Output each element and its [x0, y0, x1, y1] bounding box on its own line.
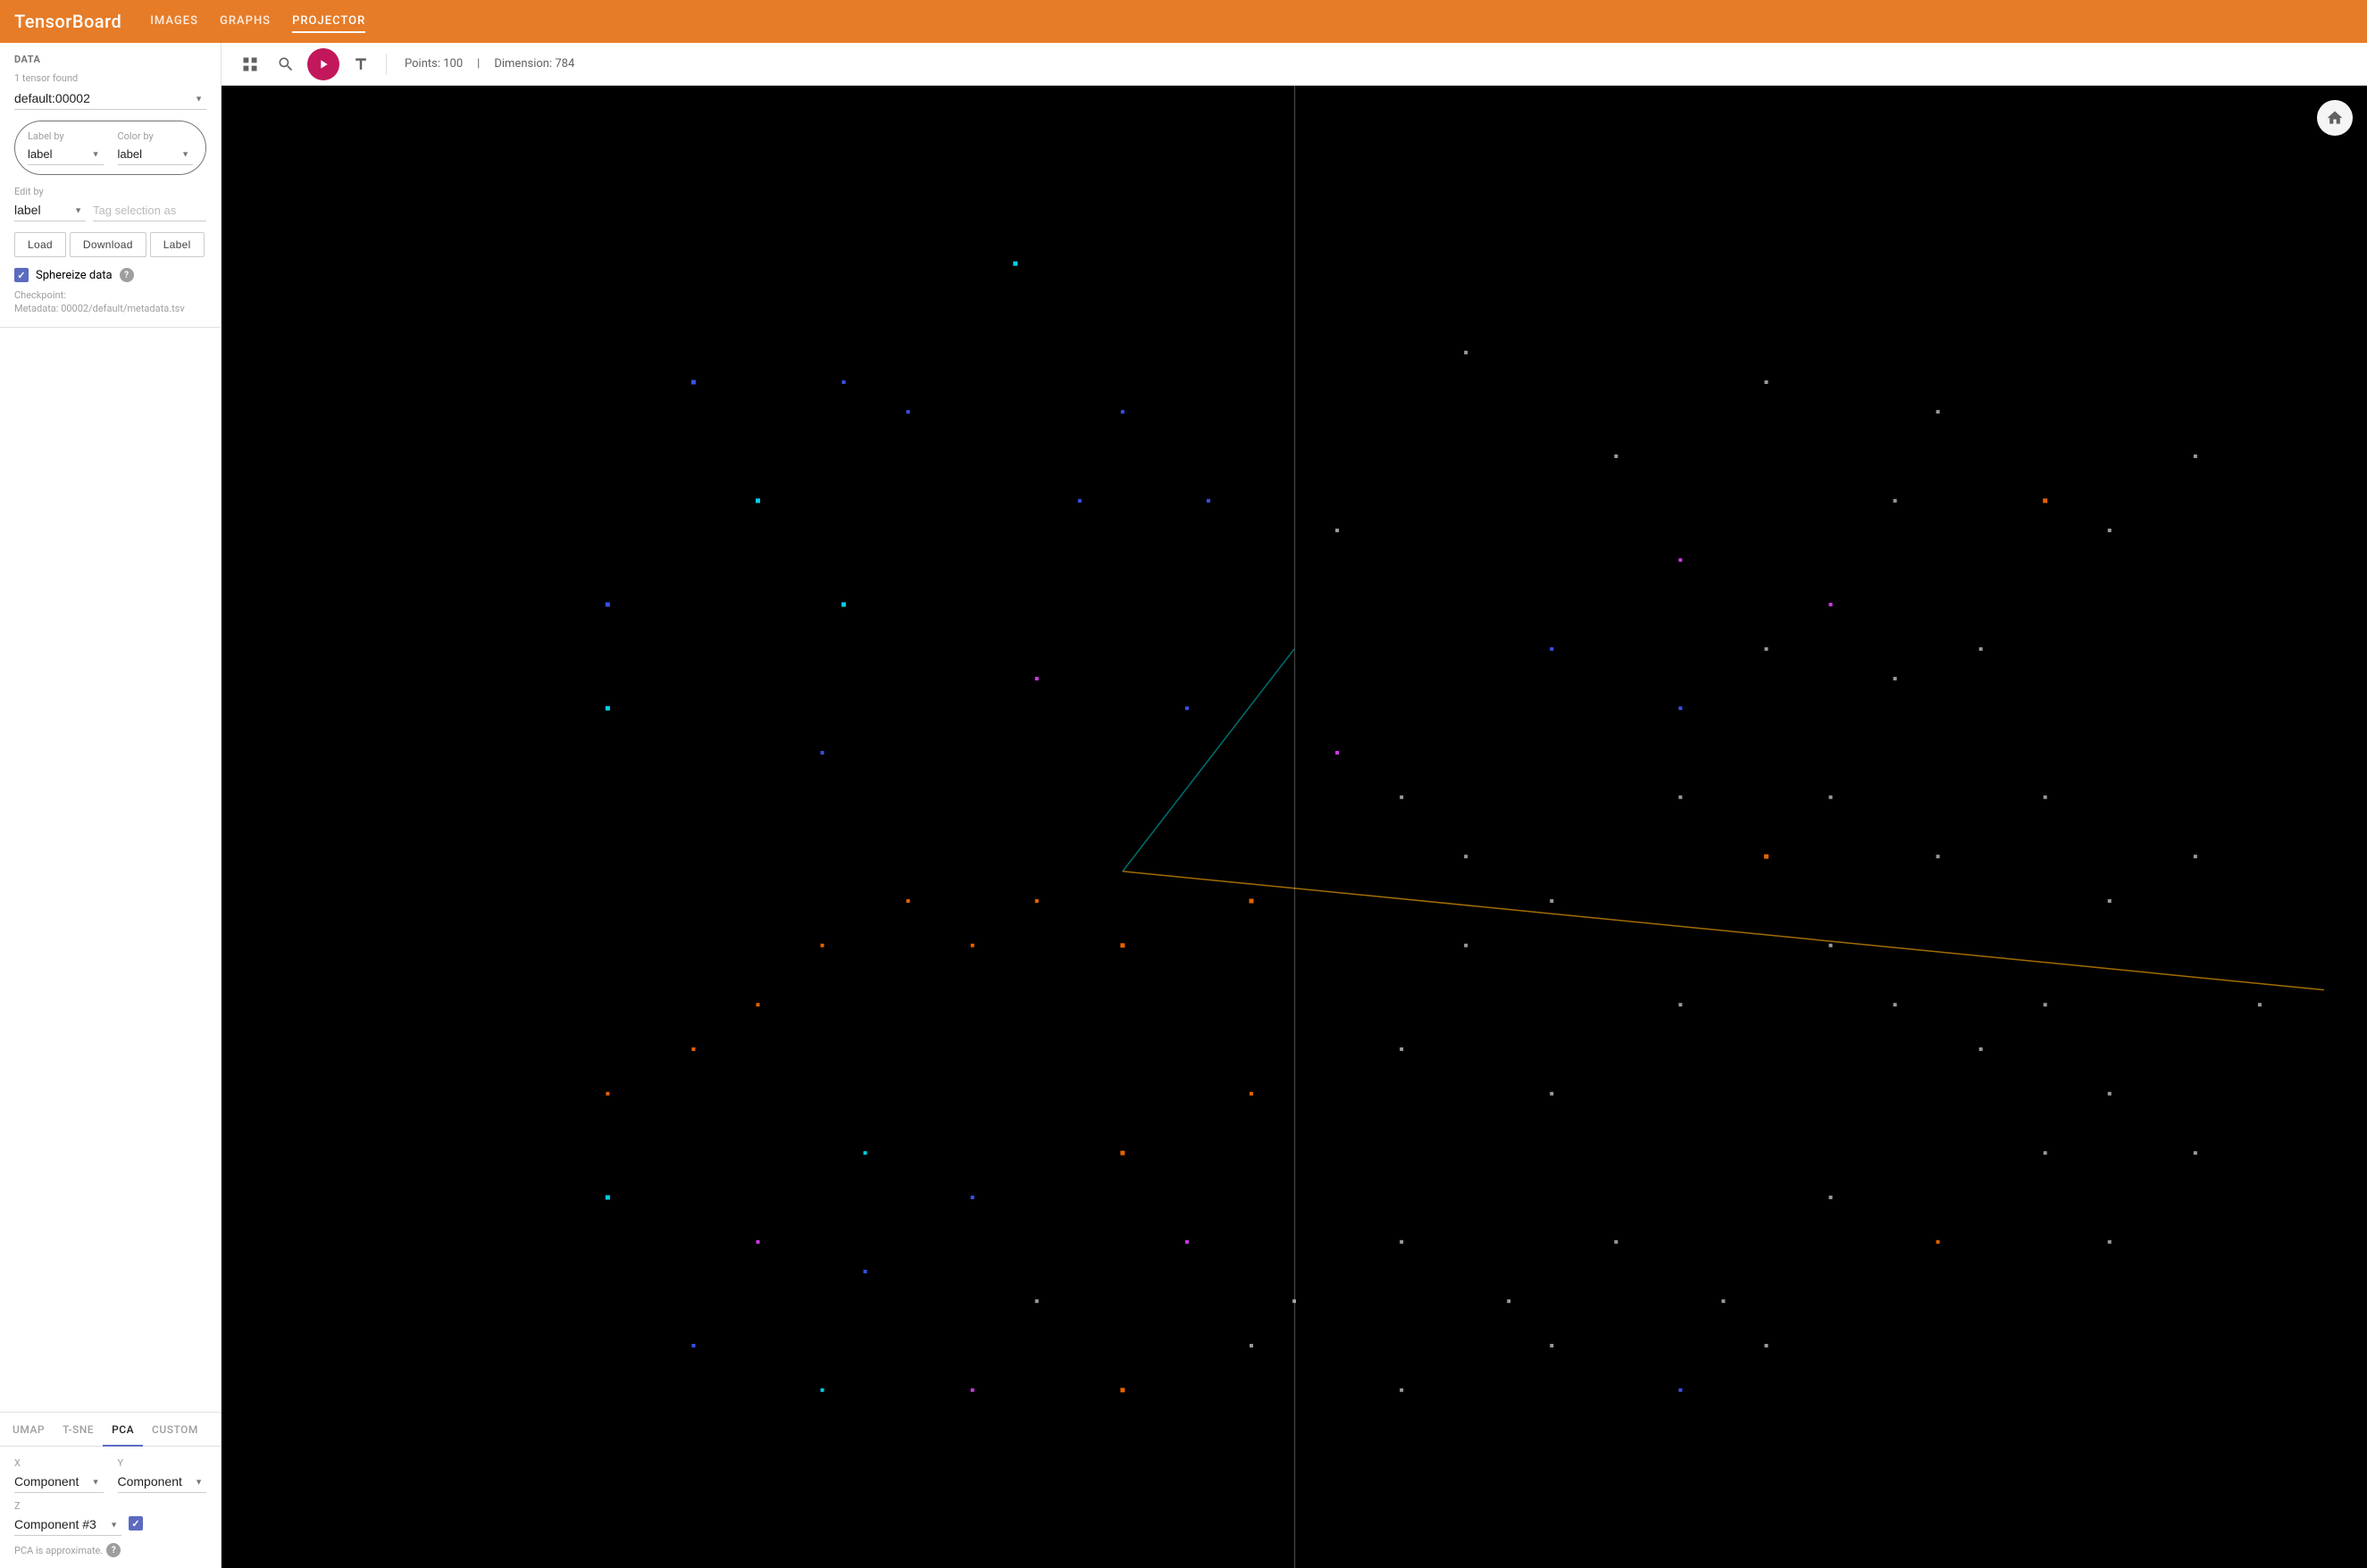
- pca-note-text: PCA is approximate.: [14, 1545, 103, 1556]
- pca-settings: X Component #1 Y Component #2: [0, 1447, 221, 1568]
- sphereize-label: Sphereize data: [36, 269, 113, 282]
- label-by-select-wrapper: label: [28, 144, 104, 165]
- z-select-wrapper: Component #3: [14, 1514, 121, 1536]
- nav-links: IMAGES GRAPHS PROJECTOR: [150, 11, 365, 33]
- x-select-wrapper: Component #1: [14, 1471, 104, 1493]
- bottom-tabs: UMAP T-SNE PCA CUSTOM X Component #1: [0, 1412, 221, 1568]
- metadata-row: Metadata: 00002/default/metadata.tsv: [14, 303, 206, 314]
- checkpoint-row: Checkpoint:: [14, 289, 206, 301]
- edit-tag-section: Edit by label: [14, 186, 206, 221]
- grid-icon: [241, 55, 259, 73]
- edit-by-group: Edit by label: [14, 186, 86, 221]
- dimension-separator: |: [477, 57, 480, 71]
- tag-group: [93, 200, 206, 221]
- x-axis-label: X: [14, 1457, 104, 1469]
- sphereize-checkbox[interactable]: [14, 268, 29, 282]
- color-by-label: Color by: [118, 130, 194, 142]
- sidebar: DATA 1 tensor found default:00002 Label …: [0, 43, 222, 1568]
- metadata-value: 00002/default/metadata.tsv: [61, 303, 185, 314]
- viz-toolbar: Points: 100 | Dimension: 784: [222, 43, 2367, 86]
- play-icon: [316, 57, 330, 71]
- tag-input[interactable]: [93, 200, 206, 221]
- download-button[interactable]: Download: [70, 232, 146, 257]
- sphereize-row: Sphereize data ?: [14, 268, 206, 282]
- play-button[interactable]: [307, 48, 339, 80]
- top-nav: TensorBoard IMAGES GRAPHS PROJECTOR: [0, 0, 2367, 43]
- label-button[interactable]: Label: [150, 232, 205, 257]
- xy-axis-row: X Component #1 Y Component #2: [14, 1457, 206, 1493]
- load-button[interactable]: Load: [14, 232, 66, 257]
- dimension-stat: Dimension: 784: [494, 57, 574, 71]
- home-icon: [2326, 109, 2344, 127]
- z-select[interactable]: Component #3: [14, 1514, 121, 1536]
- z-checkbox[interactable]: [129, 1516, 143, 1530]
- z-axis-row: Z Component #3: [14, 1500, 206, 1536]
- nav-images[interactable]: IMAGES: [150, 11, 198, 33]
- tabs-row: UMAP T-SNE PCA CUSTOM: [0, 1413, 221, 1447]
- tab-umap[interactable]: UMAP: [4, 1413, 54, 1447]
- label-color-oval: Label by label Color by label: [14, 121, 206, 175]
- data-section-title: DATA: [14, 54, 206, 65]
- action-buttons: Load Download Label: [14, 232, 206, 257]
- tensor-select-wrapper: default:00002: [14, 88, 206, 110]
- y-axis-group: Y Component #2: [118, 1457, 207, 1493]
- points-stat: Points: 100: [405, 57, 463, 71]
- metadata-label: Metadata:: [14, 303, 58, 314]
- text-icon-btn[interactable]: [347, 50, 375, 79]
- text-icon: [352, 55, 370, 73]
- edit-by-label: Edit by: [14, 186, 86, 197]
- tab-tsne[interactable]: T-SNE: [54, 1413, 103, 1447]
- z-axis-label: Z: [14, 1500, 121, 1512]
- label-by-label: Label by: [28, 130, 104, 142]
- zoom-icon: [277, 55, 295, 73]
- pca-note-row: PCA is approximate. ?: [14, 1543, 206, 1557]
- color-by-select[interactable]: label: [118, 144, 194, 165]
- data-section: DATA 1 tensor found default:00002 Label …: [0, 43, 221, 328]
- x-axis-group: X Component #1: [14, 1457, 104, 1493]
- sphereize-help-icon[interactable]: ?: [120, 268, 134, 282]
- zoom-icon-btn[interactable]: [272, 50, 300, 79]
- y-axis-label: Y: [118, 1457, 207, 1469]
- x-select[interactable]: Component #1: [14, 1471, 104, 1493]
- color-by-select-wrapper: label: [118, 144, 194, 165]
- viz-area: Points: 100 | Dimension: 784: [222, 43, 2367, 1568]
- nav-projector[interactable]: PROJECTOR: [292, 11, 365, 33]
- nav-graphs[interactable]: GRAPHS: [220, 11, 271, 33]
- tab-custom[interactable]: CUSTOM: [143, 1413, 207, 1447]
- y-select[interactable]: Component #2: [118, 1471, 207, 1493]
- main-layout: DATA 1 tensor found default:00002 Label …: [0, 43, 2367, 1568]
- tab-pca[interactable]: PCA: [103, 1413, 143, 1447]
- y-select-wrapper: Component #2: [118, 1471, 207, 1493]
- label-by-group: Label by label: [28, 130, 104, 165]
- edit-by-select[interactable]: label: [14, 199, 86, 221]
- brand-logo: TensorBoard: [14, 11, 121, 32]
- checkpoint-label: Checkpoint:: [14, 289, 66, 301]
- tensor-found-text: 1 tensor found: [14, 72, 206, 84]
- grid-icon-btn[interactable]: [236, 50, 264, 79]
- tensor-select[interactable]: default:00002: [14, 88, 206, 110]
- home-button[interactable]: [2317, 100, 2353, 136]
- viz-canvas[interactable]: [222, 86, 2367, 1568]
- vertical-line: [1294, 86, 1295, 1568]
- toolbar-separator: [386, 54, 387, 75]
- color-by-group: Color by label: [118, 130, 194, 165]
- pca-help-icon[interactable]: ?: [106, 1543, 121, 1557]
- z-axis-group: Z Component #3: [14, 1500, 121, 1536]
- edit-by-select-wrapper: label: [14, 199, 86, 221]
- label-by-select[interactable]: label: [28, 144, 104, 165]
